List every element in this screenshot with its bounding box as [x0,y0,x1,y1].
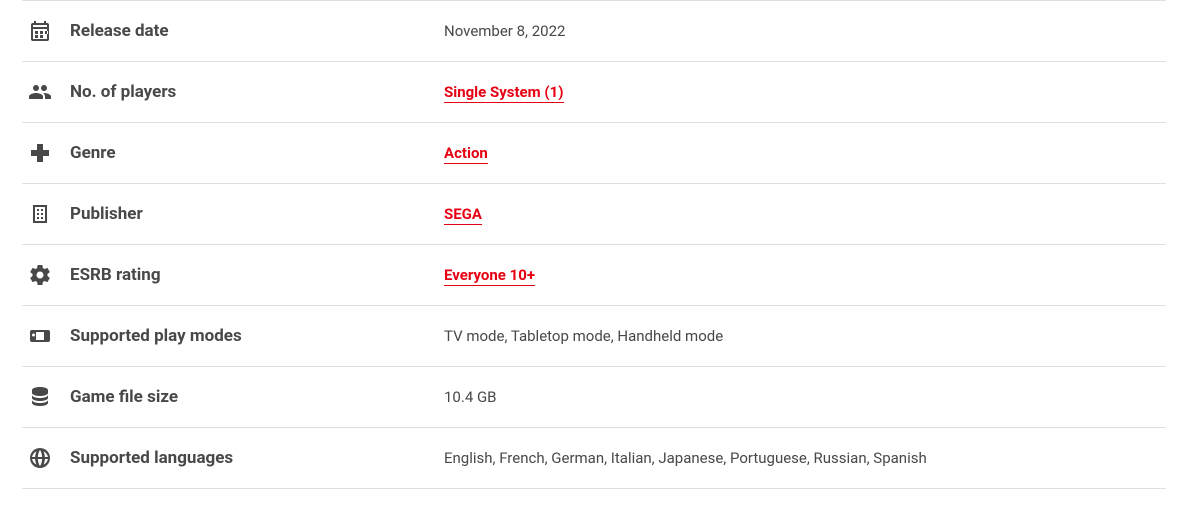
genre-label: Genre [70,143,444,163]
play-modes-label: Supported play modes [70,326,444,346]
play-modes-value: TV mode, Tabletop mode, Handheld mode [444,327,723,345]
file-size-value: 10.4 GB [444,388,497,406]
release-date-label: Release date [70,21,444,41]
publisher-label: Publisher [70,204,444,224]
players-value: Single System (1) [444,83,564,101]
file-size-label: Game file size [70,387,444,407]
publisher-value: SEGA [444,205,482,223]
game-details-list: Release date November 8, 2022 No. of pla… [22,0,1166,489]
release-date-value: November 8, 2022 [444,22,565,40]
genre-link[interactable]: Action [444,144,488,164]
row-players: No. of players Single System (1) [22,62,1166,123]
languages-label: Supported languages [70,448,444,468]
row-publisher: Publisher SEGA [22,184,1166,245]
calendar-icon [22,19,70,43]
row-languages: Supported languages English, French, Ger… [22,428,1166,489]
languages-value: English, French, German, Italian, Japane… [444,449,927,467]
publisher-link[interactable]: SEGA [444,205,482,225]
genre-value: Action [444,144,488,162]
row-play-modes: Supported play modes TV mode, Tabletop m… [22,306,1166,367]
esrb-link[interactable]: Everyone 10+ [444,266,535,286]
switch-icon [22,324,70,348]
esrb-label: ESRB rating [70,265,444,285]
dpad-icon [22,141,70,165]
players-link[interactable]: Single System (1) [444,83,564,103]
row-file-size: Game file size 10.4 GB [22,367,1166,428]
row-esrb: ESRB rating Everyone 10+ [22,245,1166,306]
storage-icon [22,385,70,409]
globe-icon [22,446,70,470]
row-genre: Genre Action [22,123,1166,184]
esrb-value: Everyone 10+ [444,266,535,284]
building-icon [22,202,70,226]
players-icon [22,80,70,104]
gear-icon [22,263,70,287]
players-label: No. of players [70,82,444,102]
row-release-date: Release date November 8, 2022 [22,0,1166,62]
